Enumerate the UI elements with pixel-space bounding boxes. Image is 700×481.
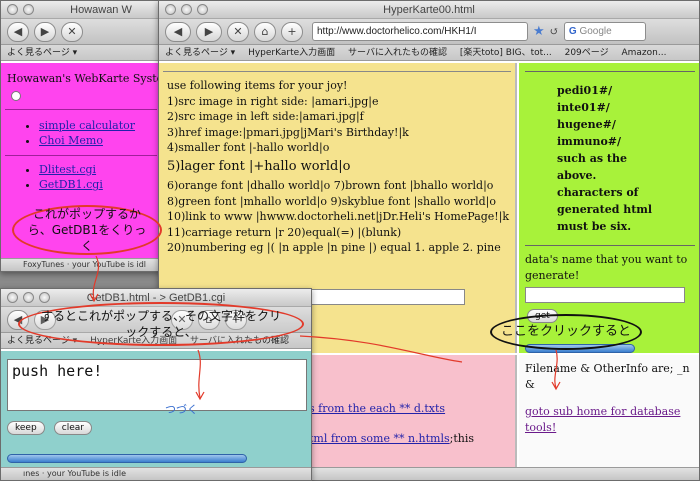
instruction-line: use following items for your joy! (167, 79, 348, 92)
simple-calculator-link[interactable]: simple calculator (39, 119, 135, 132)
home-icon[interactable]: ⌂ (254, 21, 276, 42)
callout-click-here: ここをクリックすると (490, 314, 642, 350)
instruction-line: 4)smaller font |-hallo world|o (167, 141, 330, 155)
data-name-input[interactable] (525, 287, 685, 304)
rule-line: characters of (557, 186, 639, 199)
bookmark-item[interactable]: サーバに入れたもの確認 (348, 48, 447, 58)
close-window-icon[interactable] (165, 4, 176, 15)
add-icon[interactable]: + (281, 21, 303, 42)
clear-button[interactable]: clear (53, 421, 92, 435)
browser-toolbar: ◀ ▶ ✕ ⌂ + http://www.doctorhelico.com/HK… (159, 19, 699, 45)
instruction-line: 3)href image:|pmari.jpg|jMari's Birthday… (167, 125, 409, 139)
bookmark-item[interactable]: よく見るページ ▾ (165, 48, 235, 58)
instruction-line: 1)src image in right side: |amari.jpg|e (167, 94, 379, 108)
instruction-line: 11)carriage return |r 20)equal(=) |(blun… (167, 225, 402, 239)
bookmark-item[interactable]: Amazon... (621, 48, 666, 58)
list-item: simple calculator (39, 118, 161, 134)
instruction-line: 20)numbering eg |( |n apple |n pine |) e… (167, 241, 501, 255)
bookmark-item[interactable]: 209ページ (565, 48, 609, 58)
list-item: GetDB1.cgi (39, 177, 161, 193)
forward-button[interactable]: ▶ (34, 21, 56, 42)
rule-line: must be six. (557, 220, 632, 233)
zoom-window-icon[interactable] (39, 292, 50, 303)
rule-line: such as the (557, 152, 627, 165)
text-input[interactable] (309, 289, 465, 305)
window-titlebar[interactable]: HyperKarte00.html (159, 1, 699, 19)
horizontal-scrollbar[interactable] (7, 454, 247, 463)
bookmark-star-icon[interactable]: ★ (533, 24, 545, 39)
rule-line: hugene#/ (557, 118, 616, 131)
google-icon: G (568, 26, 577, 37)
address-bar[interactable]: http://www.doctorhelico.com/HKH1/I (312, 22, 528, 41)
window-title: HyperKarte00.html (383, 4, 475, 16)
close-window-icon[interactable] (7, 4, 18, 15)
rule-line: immuno#/ (557, 135, 622, 148)
data-name-prompt: data's name that you want to generate! (525, 253, 688, 282)
instruction-line: 6)orange font |dhallo world|o 7)brown fo… (167, 178, 494, 192)
rule-line: inte01#/ (557, 101, 610, 114)
info-frame: Filename & OtherInfo are; _n & goto sub … (519, 355, 699, 469)
popup-content: push here! keep clear (1, 351, 311, 467)
minimize-window-icon[interactable] (181, 4, 192, 15)
radio-icon[interactable] (11, 90, 21, 101)
forward-button[interactable]: ▶ (196, 21, 222, 42)
back-button[interactable]: ◀ (7, 21, 29, 42)
instruction-line: 2)src image in left side:|amari.jpg|f (167, 110, 364, 124)
callout-popup: するとこれがポップする、その文字枠をクリックすると、 (18, 302, 304, 346)
instruction-line: 5)lager font |+hallo world|o (167, 158, 351, 174)
htmls-link[interactable]: tml from some ** n.htmls (309, 432, 450, 445)
info-text: Filename & OtherInfo are; _n & (525, 362, 690, 391)
bookmarks-bar: よく見るページ ▾ (1, 45, 161, 61)
generator-frame: pedi01#/ inte01#/ hugene#/ immuno#/ such… (519, 63, 699, 353)
browser-toolbar: ◀ ▶ ✕ (1, 19, 161, 45)
bookmark-item[interactable]: よく見るページ ▾ (7, 48, 77, 58)
rule-line: generated html (557, 203, 653, 216)
search-input[interactable]: G Google (563, 22, 646, 41)
close-window-icon[interactable] (7, 292, 18, 303)
rule-line: pedi01#/ (557, 84, 613, 97)
instruction-line: 8)green font |mhallo world|o 9)skyblue f… (167, 194, 496, 208)
dlitest-link[interactable]: Dlitest.cgi (39, 163, 96, 176)
stop-button[interactable]: ✕ (61, 21, 83, 42)
bookmarks-bar: よく見るページ ▾ HyperKarte入力画面 サーバに入れたもの確認 [楽天… (159, 45, 699, 61)
sub-home-link[interactable]: goto sub home for database tools! (525, 405, 680, 434)
minimize-window-icon[interactable] (23, 292, 34, 303)
tsuzuku-label: つづく (165, 403, 198, 416)
go-icon[interactable]: ↺ (550, 25, 559, 38)
list-item: Choi Memo (39, 133, 161, 149)
minimize-window-icon[interactable] (23, 4, 34, 15)
callout-getdb1: これがポップするから、GetDB1をくりっく (12, 205, 162, 255)
keep-button[interactable]: keep (7, 421, 45, 435)
choi-memo-link[interactable]: Choi Memo (39, 134, 103, 147)
status-bar: FoxyTunes · your YouTube is idl (1, 258, 161, 271)
memo-textarea[interactable]: push here! (7, 359, 307, 411)
back-button[interactable]: ◀ (165, 21, 191, 42)
stop-button[interactable]: ✕ (227, 21, 249, 42)
zoom-window-icon[interactable] (197, 4, 208, 15)
page-title: Howawan's WebKarte System (7, 72, 161, 85)
getdb1-link[interactable]: GetDB1.cgi (39, 178, 103, 191)
list-item: Dlitest.cgi (39, 162, 161, 178)
status-bar: ınes · your YouTube is idle (1, 467, 311, 480)
rule-line: above. (557, 169, 597, 182)
bookmark-item[interactable]: HyperKarte入力画面 (248, 48, 335, 58)
window-title: Howawan W (70, 4, 132, 16)
window-titlebar[interactable]: Howawan W (1, 1, 161, 19)
instruction-line: 10)link to www |hwww.doctorheli.net|jDr.… (167, 210, 510, 224)
bookmark-item[interactable]: [楽天toto] BIG、tot... (460, 48, 552, 58)
txts-link[interactable]: s from the each ** d.txts (309, 402, 445, 415)
